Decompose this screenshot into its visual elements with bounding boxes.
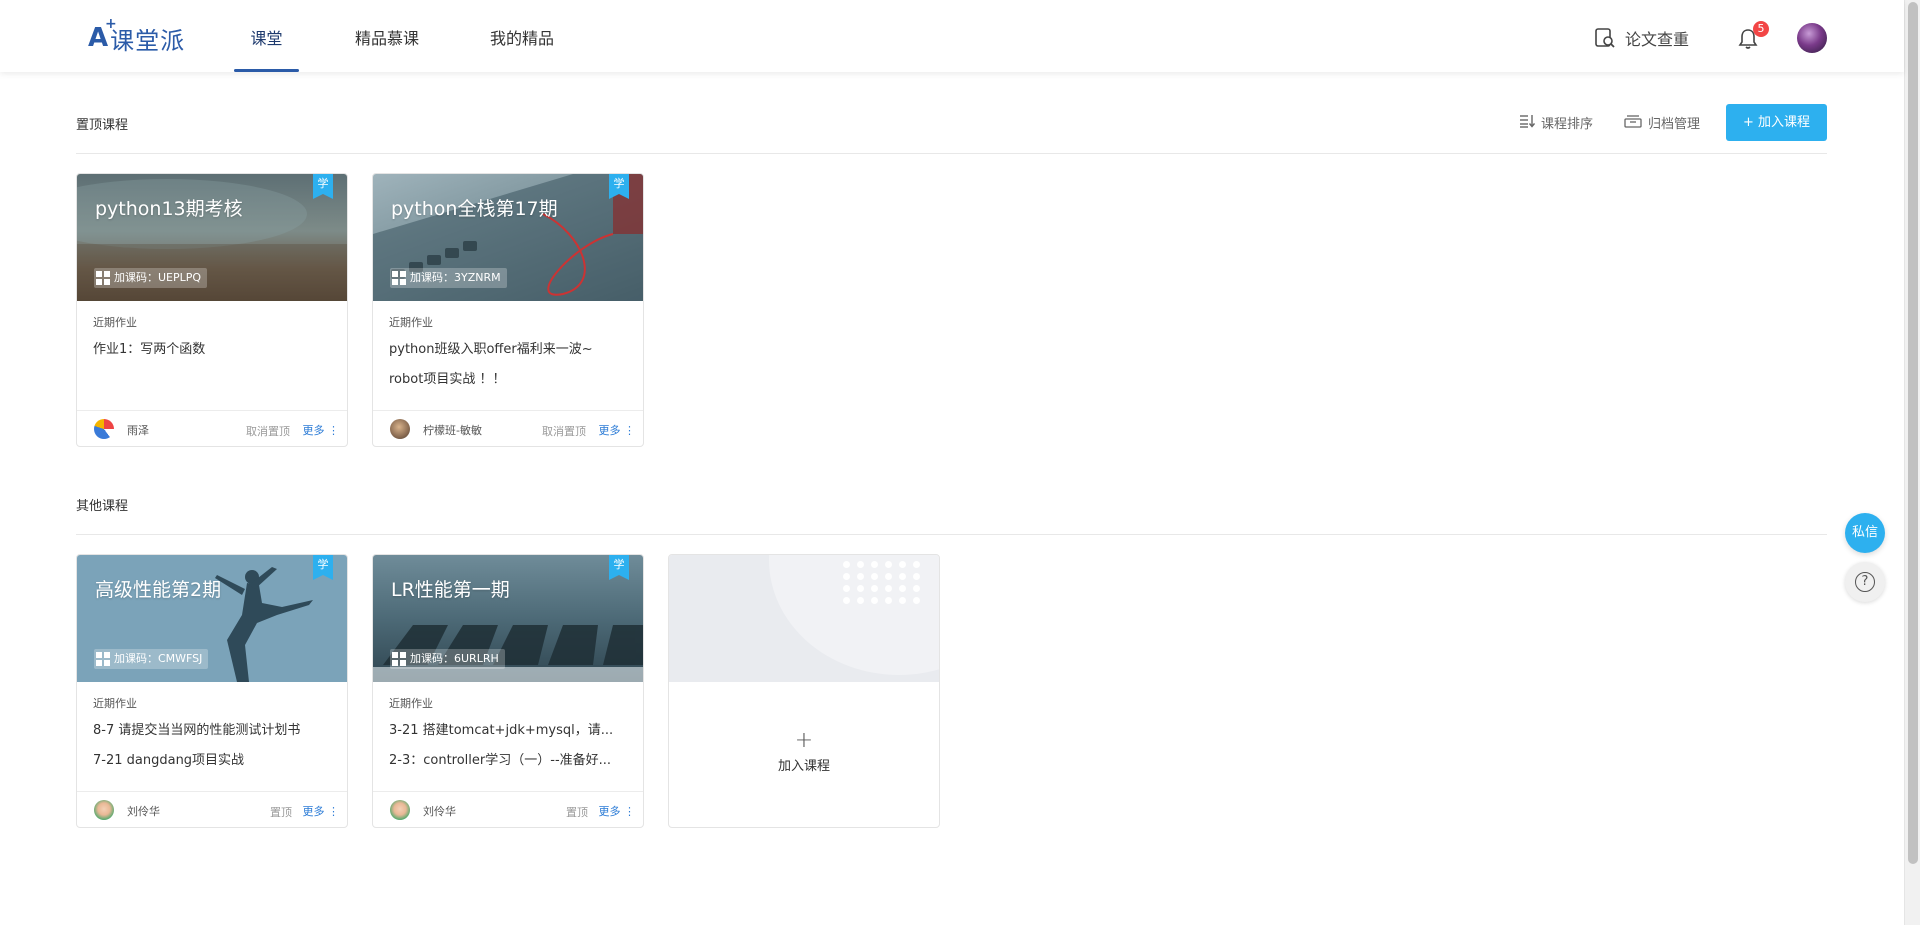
course-code: 加课码：UEPLPQ [114, 271, 202, 284]
qr-code-icon [392, 271, 406, 285]
add-course-label: 加入课程 [777, 759, 830, 774]
course-card[interactable]: 高级性能第2期 学 加课码：CMWFSJ 近期作业 8-7 请提交当当网的性能测… [76, 554, 348, 828]
other-section-title: 其他课程 [76, 499, 129, 514]
course-sort-label: 课程排序 [1541, 117, 1594, 132]
teacher-name: 雨泽 [127, 424, 149, 437]
logo[interactable]: A + 课堂派 [88, 16, 185, 55]
teacher-avatar [94, 419, 114, 439]
teacher-name: 刘伶华 [423, 805, 456, 818]
tab-classroom[interactable]: 课堂 [234, 0, 299, 72]
card-footer: 刘伶华 置顶 更多 ⋮ [373, 791, 643, 827]
plus-icon: + [794, 728, 814, 753]
course-code: 加课码：CMWFSJ [114, 652, 203, 665]
plagiarism-check-label: 论文查重 [1625, 30, 1690, 49]
add-card-banner [669, 555, 939, 682]
logo-text: 课堂派 [110, 26, 186, 55]
help-button[interactable]: ? [1845, 562, 1885, 602]
question-icon: ? [1855, 572, 1875, 592]
add-course-button[interactable]: + 加入课程 [1726, 104, 1827, 141]
more-menu-link[interactable]: 更多 ⋮ [599, 422, 636, 438]
pin-link[interactable]: 置顶 [270, 804, 292, 820]
kebab-icon: ⋮ [624, 424, 635, 437]
qr-code-icon [96, 652, 110, 666]
archive-manage-label: 归档管理 [1648, 117, 1701, 132]
more-menu-link[interactable]: 更多 ⋮ [303, 803, 340, 819]
card-footer: 柠檬班-敏敏 取消置顶 更多 ⋮ [373, 410, 643, 446]
teacher-avatar [390, 800, 410, 820]
more-label: 更多 [302, 805, 325, 818]
homework-label: 近期作业 [93, 316, 137, 329]
pinned-section-title: 置顶课程 [76, 118, 129, 133]
homework-label: 近期作业 [389, 697, 433, 710]
user-avatar[interactable] [1797, 23, 1827, 53]
homework-item[interactable]: 2-3：controller学习（一）--准备好... [389, 749, 629, 768]
more-label: 更多 [302, 424, 325, 437]
card-footer: 雨泽 取消置顶 更多 ⋮ [77, 410, 347, 446]
teacher-name: 柠檬班-敏敏 [423, 424, 482, 437]
decorative-dots [843, 561, 921, 604]
homework-item[interactable]: 作业1：写两个函数 [93, 338, 333, 357]
course-title: python全栈第17期 [391, 198, 558, 220]
course-card[interactable]: LR性能第一期 学 加课码：6URLRH 近期作业 3-21 搭建tomcat+… [372, 554, 644, 828]
top-navbar: A + 课堂派 课堂 精品慕课 我的精品 论文查重 5 [0, 0, 1904, 72]
tab-my-premium[interactable]: 我的精品 [485, 0, 559, 72]
document-search-icon [1594, 27, 1616, 49]
archive-manage-button[interactable]: 归档管理 [1624, 113, 1700, 132]
homework-item[interactable]: python班级入职offer福利来一波~ [389, 338, 629, 357]
course-code-chip: 加课码：3YZNRM [390, 268, 507, 288]
unpin-link[interactable]: 取消置顶 [246, 423, 290, 439]
pin-link[interactable]: 置顶 [566, 804, 588, 820]
other-divider [76, 534, 1827, 535]
plagiarism-check-button[interactable]: 论文查重 [1594, 26, 1689, 50]
scrollbar-thumb[interactable] [1908, 2, 1918, 864]
homework-item[interactable]: 8-7 请提交当当网的性能测试计划书 [93, 719, 333, 738]
course-title: 高级性能第2期 [95, 579, 222, 601]
homework-label: 近期作业 [389, 316, 433, 329]
archive-icon [1624, 114, 1642, 132]
homework-item[interactable]: 3-21 搭建tomcat+jdk+mysql，请... [389, 719, 629, 738]
teacher-avatar [390, 419, 410, 439]
course-title: LR性能第一期 [391, 579, 510, 601]
sort-icon [1519, 114, 1536, 132]
course-code-chip: 加课码：6URLRH [390, 649, 505, 669]
kebab-icon: ⋮ [328, 424, 339, 437]
homework-item[interactable]: robot项目实战 ！！ [389, 368, 629, 387]
homework-label: 近期作业 [93, 697, 137, 710]
course-title: python13期考核 [95, 198, 243, 220]
kebab-icon: ⋮ [328, 805, 339, 818]
teacher-avatar [94, 800, 114, 820]
more-menu-link[interactable]: 更多 ⋮ [303, 422, 340, 438]
notification-badge: 5 [1753, 21, 1769, 37]
kebab-icon: ⋮ [624, 805, 635, 818]
more-menu-link[interactable]: 更多 ⋮ [599, 803, 636, 819]
course-card[interactable]: python全栈第17期 学 加课码：3YZNRM 近期作业 python班级入… [372, 173, 644, 447]
teacher-name: 刘伶华 [127, 805, 160, 818]
course-sort-button[interactable]: 课程排序 [1519, 113, 1593, 132]
add-course-card[interactable]: + 加入课程 [668, 554, 940, 828]
private-message-button[interactable]: 私信 [1845, 513, 1885, 553]
pinned-divider [76, 153, 1827, 154]
course-code-chip: 加课码：UEPLPQ [94, 268, 208, 288]
course-code: 加课码：3YZNRM [410, 271, 501, 284]
qr-code-icon [392, 652, 406, 666]
more-label: 更多 [598, 805, 621, 818]
tab-premium-mooc[interactable]: 精品慕课 [350, 0, 424, 72]
vertical-scrollbar[interactable] [1904, 0, 1920, 925]
course-code-chip: 加课码：CMWFSJ [94, 649, 209, 669]
qr-code-icon [96, 271, 110, 285]
logo-plus-icon: + [105, 16, 117, 32]
unpin-link[interactable]: 取消置顶 [542, 423, 586, 439]
card-footer: 刘伶华 置顶 更多 ⋮ [77, 791, 347, 827]
course-card[interactable]: python13期考核 学 加课码：UEPLPQ 近期作业 作业1：写两个函数 … [76, 173, 348, 447]
more-label: 更多 [598, 424, 621, 437]
homework-item[interactable]: 7-21 dangdang项目实战 [93, 749, 333, 768]
course-code: 加课码：6URLRH [410, 652, 499, 665]
